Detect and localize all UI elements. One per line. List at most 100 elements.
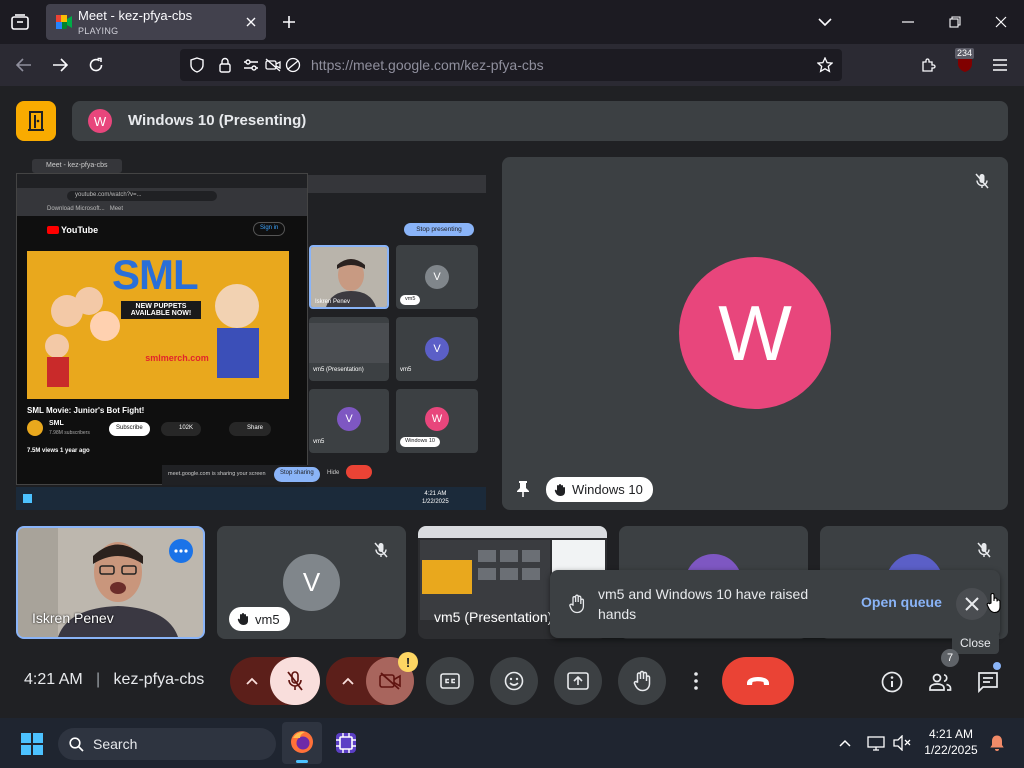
url-text[interactable]: https://meet.google.com/kez-pfya-cbs xyxy=(311,57,544,73)
taskbar-firefox-button[interactable] xyxy=(282,722,322,764)
chevron-up-icon xyxy=(246,677,258,685)
url-bar[interactable]: https://meet.google.com/kez-pfya-cbs xyxy=(180,49,842,81)
shared-screen-tile[interactable]: Meet - kez-pfya-cbs Stop presenting Iskr… xyxy=(16,157,486,510)
mouse-cursor-hand-icon xyxy=(986,592,1002,614)
bookmark-star-icon[interactable] xyxy=(816,56,834,74)
participant-tile-windows10[interactable]: W Windows 10 xyxy=(502,157,1008,510)
raised-hand-icon xyxy=(566,592,588,616)
close-window-button[interactable] xyxy=(991,12,1011,32)
participant-tile-vm5[interactable]: V vm5 xyxy=(217,526,406,639)
shared-mini-tile-vm5-b: V vm5 xyxy=(396,317,478,381)
mini-tile-name: vm5 xyxy=(400,295,421,305)
mini-tile-name: vm5 xyxy=(400,367,412,373)
mic-off-icon xyxy=(974,540,994,560)
emoji-reactions-button[interactable] xyxy=(490,657,538,705)
people-count-badge: 7 xyxy=(941,649,959,667)
browser-tab-meet[interactable]: Meet - kez-pfya-cbs PLAYING xyxy=(46,4,266,40)
mini-end-call xyxy=(346,465,372,479)
tab-playing-status: PLAYING xyxy=(78,26,119,36)
lock-icon[interactable] xyxy=(216,56,234,74)
more-vert-icon xyxy=(694,672,698,690)
taskbar-app-button[interactable] xyxy=(330,724,362,762)
presenter-avatar: W xyxy=(88,109,112,133)
taskbar-clock[interactable]: 4:21 AM 1/22/2025 xyxy=(918,726,984,758)
shared-mini-tile-iskren: Iskren Penev xyxy=(309,245,389,309)
restore-button[interactable] xyxy=(945,12,965,32)
yt-subscribe-button: Subscribe xyxy=(109,422,150,436)
extensions-puzzle-icon[interactable] xyxy=(918,55,938,75)
presentation-thumbnail xyxy=(422,560,472,594)
open-queue-button[interactable]: Open queue xyxy=(861,594,942,610)
yt-window-tabs xyxy=(17,174,307,188)
volume-muted-icon[interactable] xyxy=(892,734,912,752)
yt-bookmark-1: Download Microsoft... xyxy=(47,206,105,212)
camera-blocked-icon[interactable] xyxy=(264,56,282,74)
toast-close-button[interactable] xyxy=(956,588,988,620)
autoplay-blocked-icon[interactable] xyxy=(284,56,302,74)
mini-tile-name: Windows 10 xyxy=(400,437,440,447)
presentation-mini-tile xyxy=(500,568,518,580)
meeting-code: kez-pfya-cbs xyxy=(113,671,205,688)
network-icon[interactable] xyxy=(866,734,886,752)
permissions-icon[interactable] xyxy=(242,56,260,74)
mini-avatar: V xyxy=(337,407,361,431)
captions-button[interactable] xyxy=(426,657,474,705)
tab-overview-icon[interactable] xyxy=(8,12,32,32)
present-screen-button[interactable] xyxy=(554,657,602,705)
more-options-menu-button[interactable] xyxy=(682,657,710,705)
reload-icon[interactable] xyxy=(86,55,106,75)
back-arrow-icon[interactable] xyxy=(14,55,34,75)
tab-close-icon[interactable] xyxy=(242,13,260,31)
active-app-indicator xyxy=(296,760,308,763)
new-tab-button[interactable] xyxy=(279,12,299,32)
tracking-shield-icon[interactable] xyxy=(188,56,206,74)
menu-hamburger-icon[interactable] xyxy=(990,55,1010,75)
forward-arrow-icon[interactable] xyxy=(50,55,70,75)
meeting-info: 4:21 AM | kez-pfya-cbs xyxy=(24,671,204,689)
microphone-toggle-button[interactable] xyxy=(270,657,320,705)
more-options-button[interactable] xyxy=(169,539,193,563)
camera-warning-badge: ! xyxy=(398,652,418,672)
microphone-control-group xyxy=(230,657,320,705)
participant-name-chip: Windows 10 xyxy=(546,477,653,502)
companion-mode-button[interactable] xyxy=(16,101,56,141)
meeting-time: 4:21 AM xyxy=(24,671,83,688)
list-all-tabs-icon[interactable] xyxy=(815,12,835,32)
shared-start-icon xyxy=(23,494,32,503)
pin-icon[interactable] xyxy=(512,478,534,500)
mini-avatar: V xyxy=(425,265,449,289)
chevron-up-icon xyxy=(342,677,354,685)
yt-video-title: SML Movie: Junior's Bot Fight! xyxy=(27,406,145,415)
participant-tile-iskren[interactable]: Iskren Penev xyxy=(16,526,205,639)
shared-taskbar: 4:21 AM 1/22/2025 xyxy=(16,487,486,510)
taskbar-time: 4:21 AM xyxy=(928,727,974,741)
taskbar-search-box[interactable]: Search xyxy=(58,728,276,760)
meeting-details-button[interactable] xyxy=(878,668,906,696)
taskbar-date: 1/22/2025 xyxy=(924,743,978,757)
stop-sharing-button: Stop sharing xyxy=(274,467,320,482)
people-button[interactable] xyxy=(926,668,954,696)
end-call-icon xyxy=(747,677,769,685)
windows-start-icon[interactable] xyxy=(20,732,44,756)
yt-bookmarks: Download Microsoft... Meet xyxy=(17,204,307,216)
show-hidden-icons-chevron-icon[interactable] xyxy=(836,734,854,752)
shared-clock-time: 4:21 AM xyxy=(424,491,447,497)
participant-avatar-large: W xyxy=(679,257,831,409)
presenting-banner[interactable]: W Windows 10 (Presenting) xyxy=(72,101,1008,141)
ublock-extension-icon[interactable]: 234 xyxy=(954,48,976,76)
audio-settings-chevron-button[interactable] xyxy=(230,657,274,705)
notification-bell-icon[interactable] xyxy=(987,733,1007,753)
raised-hand-icon xyxy=(237,613,248,625)
hide-sharing-button: Hide xyxy=(327,470,340,476)
raised-hands-toast: vm5 and Windows 10 have raised hands Ope… xyxy=(550,570,1000,638)
chat-button[interactable] xyxy=(974,668,1002,696)
mic-off-icon xyxy=(287,671,303,691)
mini-tile-name: vm5 xyxy=(313,439,325,445)
url-host: https://meet.google.com xyxy=(311,57,461,73)
leave-call-button[interactable] xyxy=(722,657,794,705)
raise-hand-button[interactable] xyxy=(618,657,666,705)
minimize-button[interactable] xyxy=(898,12,918,32)
video-settings-chevron-button[interactable] xyxy=(326,657,370,705)
search-icon xyxy=(68,736,84,752)
shared-mini-tile-vm5: V vm5 xyxy=(396,245,478,309)
